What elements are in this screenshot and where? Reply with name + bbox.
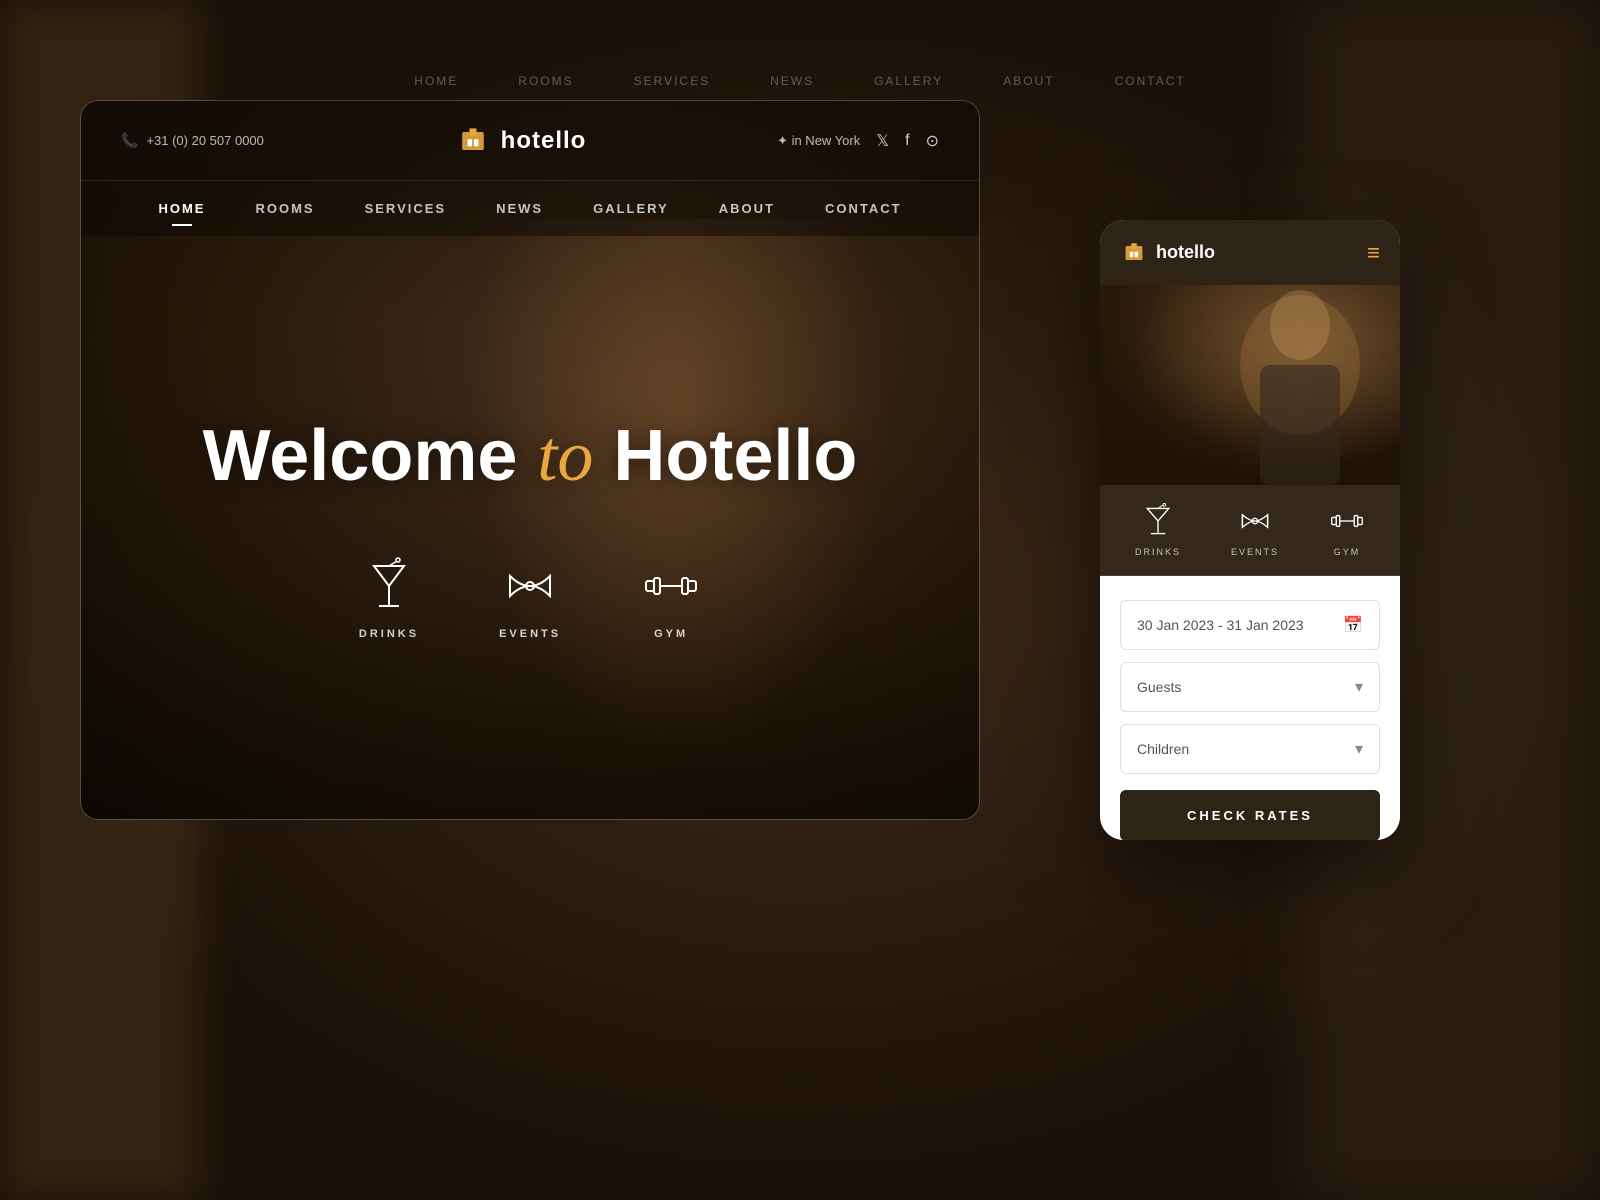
mobile-bowtie-icon bbox=[1237, 503, 1273, 539]
nav-services[interactable]: SERVICES bbox=[365, 196, 447, 221]
calendar-icon: 📅 bbox=[1343, 615, 1363, 635]
nav-contact[interactable]: CONTACT bbox=[825, 196, 902, 221]
desktop-mockup: 📞 +31 (0) 20 507 0000 hotello ✦ in New Y… bbox=[80, 100, 980, 820]
service-drinks: DRINKS bbox=[359, 556, 419, 640]
nav-about[interactable]: ABOUT bbox=[719, 196, 775, 221]
logo-icon-svg bbox=[455, 123, 491, 159]
events-label: EVENTS bbox=[499, 628, 561, 640]
date-range-text: 30 Jan 2023 - 31 Jan 2023 bbox=[1137, 617, 1304, 633]
mobile-hero-image bbox=[1100, 285, 1400, 485]
bg-nav-home: HOME bbox=[414, 74, 458, 88]
nav-news[interactable]: NEWS bbox=[496, 196, 543, 221]
drinks-label: DRINKS bbox=[359, 628, 419, 640]
bowtie-icon bbox=[500, 556, 560, 616]
mobile-dumbbell-icon bbox=[1329, 503, 1365, 539]
check-rates-button[interactable]: CHECK RATES bbox=[1120, 790, 1380, 840]
cocktail-icon bbox=[359, 556, 419, 616]
mobile-services: DRINKS EVENTS GYM bbox=[1100, 485, 1400, 576]
children-text: Children bbox=[1137, 741, 1189, 757]
nav-home[interactable]: HOME bbox=[158, 196, 205, 221]
desktop-header: 📞 +31 (0) 20 507 0000 hotello ✦ in New Y… bbox=[81, 101, 979, 181]
mobile-gym-label: GYM bbox=[1334, 547, 1361, 557]
dumbbell-icon bbox=[641, 556, 701, 616]
facebook-icon[interactable]: f bbox=[905, 132, 909, 150]
bg-nav-gallery: GALLERY bbox=[874, 74, 943, 88]
guests-field[interactable]: Guests ▾ bbox=[1120, 662, 1380, 712]
gym-label: GYM bbox=[654, 628, 688, 640]
desktop-logo-text: hotello bbox=[501, 127, 587, 155]
phone-icon: 📞 bbox=[121, 132, 138, 149]
desktop-logo[interactable]: hotello bbox=[455, 123, 587, 159]
bg-nav-about: ABOUT bbox=[1003, 74, 1054, 88]
mobile-service-gym: GYM bbox=[1329, 503, 1365, 557]
service-gym: GYM bbox=[641, 556, 701, 640]
nav-rooms[interactable]: ROOMS bbox=[255, 196, 314, 221]
bg-nav-contact: CONTACT bbox=[1115, 74, 1186, 88]
service-events: EVENTS bbox=[499, 556, 561, 640]
mobile-logo-text: hotello bbox=[1156, 242, 1215, 263]
mobile-mockup: hotello ≡ DRINKS bbox=[1100, 220, 1400, 840]
nav-gallery[interactable]: GALLERY bbox=[593, 196, 669, 221]
mobile-logo-icon-svg bbox=[1120, 239, 1148, 267]
mobile-service-events: EVENTS bbox=[1231, 503, 1279, 557]
top-nav-bar: HOME ROOMS SERVICES NEWS GALLERY ABOUT C… bbox=[0, 58, 1600, 103]
bg-nav-rooms: ROOMS bbox=[518, 74, 573, 88]
service-icons-row: DRINKS EVENTS bbox=[359, 556, 701, 640]
desktop-hero: Welcome to Hotello DRINKS bbox=[81, 236, 979, 820]
header-phone: 📞 +31 (0) 20 507 0000 bbox=[121, 132, 264, 149]
mobile-logo[interactable]: hotello bbox=[1120, 239, 1215, 267]
mobile-service-drinks: DRINKS bbox=[1135, 503, 1181, 557]
mobile-events-label: EVENTS bbox=[1231, 547, 1279, 557]
mobile-drinks-label: DRINKS bbox=[1135, 547, 1181, 557]
guests-chevron-icon: ▾ bbox=[1355, 677, 1363, 697]
welcome-heading: Welcome to Hotello bbox=[203, 417, 858, 496]
booking-widget: 30 Jan 2023 - 31 Jan 2023 📅 Guests ▾ Chi… bbox=[1100, 576, 1400, 840]
desktop-nav: HOME ROOMS SERVICES NEWS GALLERY ABOUT C… bbox=[81, 181, 979, 236]
children-field[interactable]: Children ▾ bbox=[1120, 724, 1380, 774]
instagram-icon[interactable]: ⊙ bbox=[926, 131, 939, 151]
phone-number: +31 (0) 20 507 0000 bbox=[146, 133, 263, 148]
twitter-icon[interactable]: 𝕏 bbox=[876, 131, 889, 151]
mobile-header: hotello ≡ bbox=[1100, 220, 1400, 285]
bg-nav-services: SERVICES bbox=[634, 74, 710, 88]
mobile-person-svg bbox=[1100, 285, 1400, 485]
children-chevron-icon: ▾ bbox=[1355, 739, 1363, 759]
bg-nav-news: NEWS bbox=[770, 74, 814, 88]
guests-text: Guests bbox=[1137, 679, 1181, 695]
date-range-field[interactable]: 30 Jan 2023 - 31 Jan 2023 📅 bbox=[1120, 600, 1380, 650]
welcome-italic: to bbox=[537, 416, 593, 496]
mobile-cocktail-icon bbox=[1140, 503, 1176, 539]
hamburger-icon[interactable]: ≡ bbox=[1367, 240, 1380, 266]
location-text: ✦ in New York bbox=[777, 133, 860, 149]
header-right: ✦ in New York 𝕏 f ⊙ bbox=[777, 131, 939, 151]
